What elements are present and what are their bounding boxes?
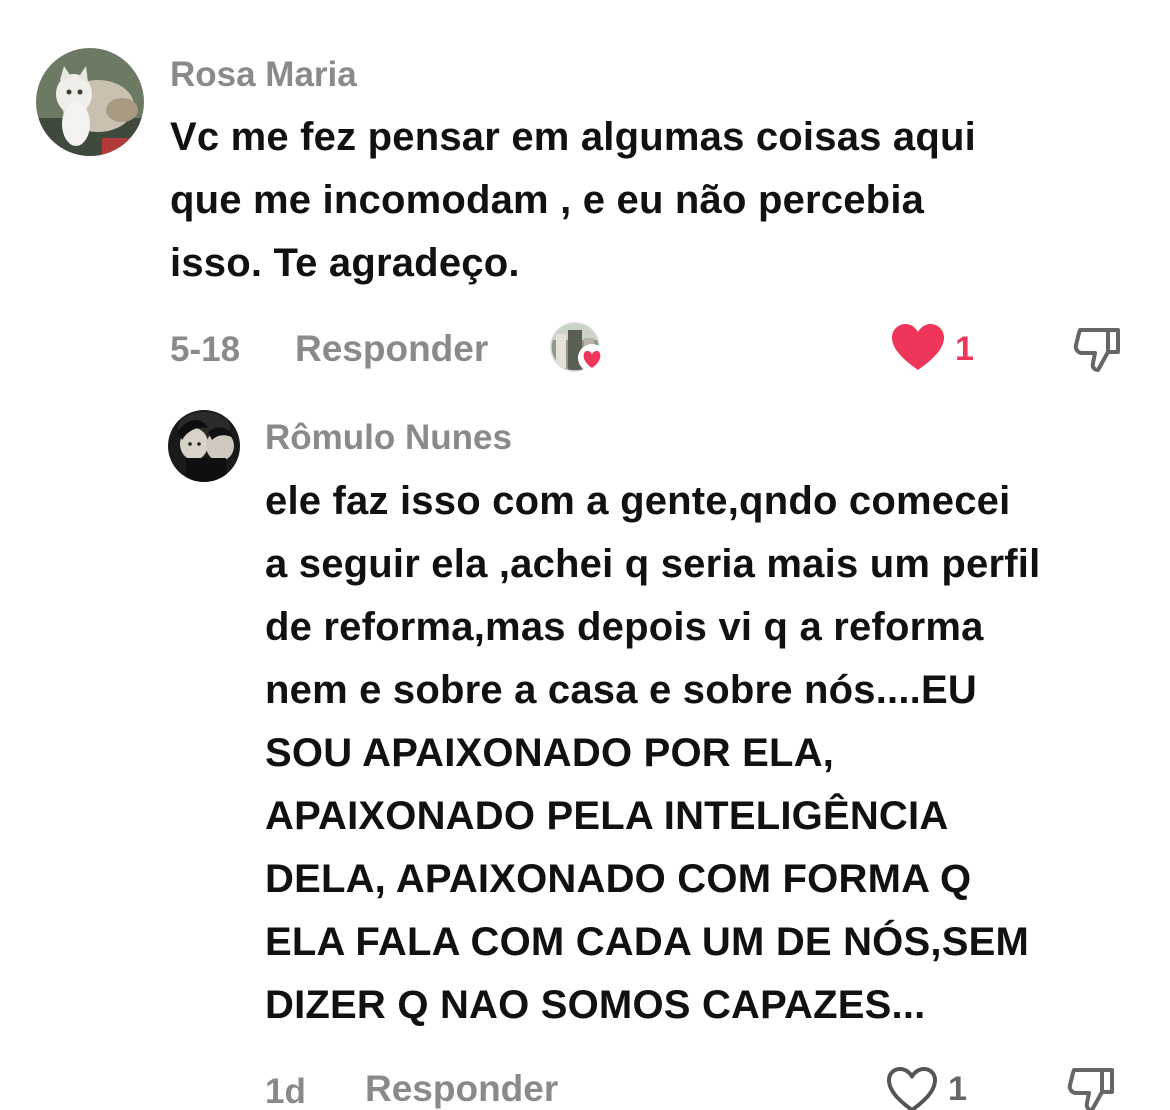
reply-button[interactable]: Responder: [365, 1068, 558, 1110]
comment-text: Vc me fez pensar em algumas coisas aqui …: [170, 115, 976, 285]
creator-heart-avatar: [550, 322, 608, 376]
like-count: 1: [955, 330, 974, 368]
comment-author-name[interactable]: Rômulo Nunes: [265, 418, 512, 458]
comment-timestamp: 5-18: [170, 330, 241, 369]
comment-author-name[interactable]: Rosa Maria: [170, 55, 357, 95]
person-photo-avatar[interactable]: [168, 410, 240, 482]
like-count: 1: [948, 1070, 967, 1108]
thumbs-down-icon[interactable]: [1072, 322, 1124, 374]
comment-timestamp: 1d: [265, 1072, 306, 1110]
heart-outline-icon[interactable]: [886, 1066, 938, 1110]
reply-button[interactable]: Responder: [295, 328, 488, 370]
heart-filled-icon[interactable]: [892, 324, 944, 372]
thumbs-down-icon[interactable]: [1066, 1062, 1118, 1110]
cat-photo-avatar[interactable]: [36, 48, 144, 156]
comment-text: ele faz isso com a gente,qndo comecei a …: [265, 479, 1041, 1027]
